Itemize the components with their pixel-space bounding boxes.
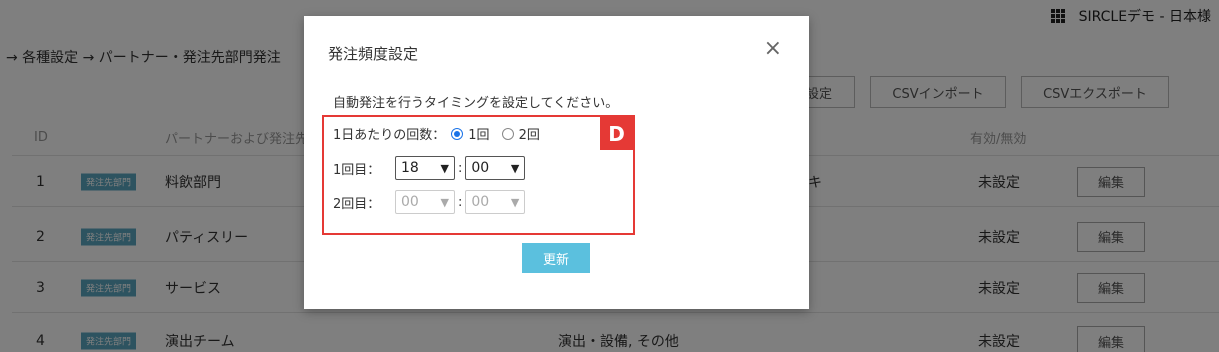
dialog-description: 自動発注を行うタイミングを設定してください。 bbox=[333, 96, 619, 111]
close-icon[interactable]: × bbox=[764, 36, 782, 61]
radio-twice[interactable] bbox=[501, 127, 514, 140]
time2-minute-value: 00 bbox=[471, 194, 490, 210]
time-colon: : bbox=[458, 194, 463, 210]
radio-once[interactable] bbox=[451, 127, 464, 140]
time-colon: : bbox=[458, 160, 463, 176]
radio-once-label[interactable]: 1回 bbox=[468, 124, 489, 143]
time1-minute-value: 00 bbox=[471, 160, 490, 176]
time1-minute-select[interactable]: 00 ▼ bbox=[465, 156, 526, 180]
time1-label: 1回目： bbox=[333, 162, 381, 178]
time1-hour-value: 18 bbox=[401, 160, 419, 176]
time2-minute-select[interactable]: 00 ▼ bbox=[465, 190, 526, 214]
count-label: 1日あたりの回数： bbox=[333, 128, 446, 143]
chevron-down-icon: ▼ bbox=[510, 195, 520, 209]
time2-row: 2回目： 00 ▼ : 00 ▼ bbox=[333, 190, 526, 214]
time1-row: 1回目： 18 ▼ : 00 ▼ bbox=[333, 156, 526, 180]
count-row: 1日あたりの回数： 1回 2回 bbox=[333, 124, 540, 143]
annotation-badge: D bbox=[600, 117, 633, 150]
chevron-down-icon: ▼ bbox=[440, 195, 449, 209]
update-button[interactable]: 更新 bbox=[522, 243, 590, 273]
time2-hour-value: 00 bbox=[401, 194, 419, 210]
dialog-title: 発注頻度設定 bbox=[328, 45, 419, 63]
frequency-settings-dialog: 発注頻度設定 × 自動発注を行うタイミングを設定してください。 D 1日あたりの… bbox=[304, 16, 809, 309]
chevron-down-icon: ▼ bbox=[440, 161, 449, 175]
radio-twice-label[interactable]: 2回 bbox=[519, 124, 540, 143]
time1-hour-select[interactable]: 18 ▼ bbox=[395, 156, 455, 180]
time2-label: 2回目： bbox=[333, 196, 381, 212]
time2-hour-select[interactable]: 00 ▼ bbox=[395, 190, 455, 214]
chevron-down-icon: ▼ bbox=[510, 161, 520, 175]
